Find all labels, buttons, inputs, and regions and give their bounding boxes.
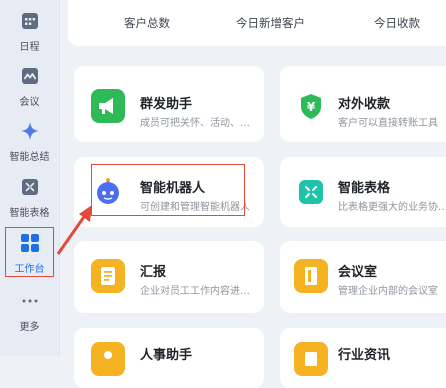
app-desc: 成员可把关怀、活动、通知群发给客户 xyxy=(140,118,256,129)
customer-stats-card: 客户总数 今日新增客户 今日收款 xyxy=(68,0,446,46)
more-dots-icon xyxy=(19,290,41,312)
yuan-shield-icon: ¥ xyxy=(294,89,328,123)
sparkle-icon xyxy=(19,120,41,142)
app-title: 行业资讯 xyxy=(338,348,391,363)
stat-today-payments-label: 今日收款 xyxy=(374,16,420,30)
sidebar-item-label: 更多 xyxy=(19,322,40,333)
sidebar-item-smart-sheet[interactable]: 智能表格 xyxy=(0,176,59,219)
sidebar: 日程 会议 智能总结 智能表格 工作台 更多 xyxy=(0,0,60,356)
sidebar-item-label: 智能总结 xyxy=(9,152,50,163)
meeting-room-icon xyxy=(294,259,328,293)
meeting-icon xyxy=(19,65,41,87)
report-icon xyxy=(91,259,125,293)
app-desc: 比表格更强大的业务协作工具 xyxy=(338,202,446,213)
app-title: 群发助手 xyxy=(140,97,193,112)
app-title: 汇报 xyxy=(140,265,167,280)
sidebar-item-smart-summary[interactable]: 智能总结 xyxy=(0,120,59,163)
highlight-box-workbench xyxy=(5,227,54,277)
app-card-smart-sheet[interactable]: 智能表格 比表格更强大的业务协作工具 xyxy=(280,157,446,227)
app-title: 对外收款 xyxy=(338,97,391,112)
app-card-meeting-room[interactable]: 会议室 管理企业内部的会议室 xyxy=(280,241,446,313)
app-card-report[interactable]: 汇报 企业对员工工作内容进行汇报 xyxy=(74,241,264,313)
app-desc: 管理企业内部的会议室 xyxy=(338,286,438,297)
sidebar-item-meeting[interactable]: 会议 xyxy=(0,65,59,108)
sidebar-item-label: 日程 xyxy=(19,42,40,53)
app-title: 会议室 xyxy=(338,265,378,280)
app-card-external-payment[interactable]: ¥ 对外收款 客户可以直接转账工具 xyxy=(280,66,446,142)
sidebar-item-label: 会议 xyxy=(19,97,40,108)
sidebar-item-more[interactable]: 更多 xyxy=(0,290,59,333)
megaphone-icon xyxy=(91,89,125,123)
smart-sheet-icon xyxy=(19,176,41,198)
sidebar-item-calendar[interactable]: 日程 xyxy=(0,10,59,53)
app-card-industry-news[interactable]: 行业资讯 xyxy=(280,328,446,388)
app-title: 智能表格 xyxy=(338,181,391,196)
app-desc: 客户可以直接转账工具 xyxy=(338,118,438,129)
stat-total-customers-label: 客户总数 xyxy=(124,16,170,30)
highlight-box-smart-robot xyxy=(91,164,245,216)
calendar-icon xyxy=(19,10,41,32)
app-card-hr-assistant[interactable]: 人事助手 xyxy=(74,328,264,388)
pointer-arrow-icon xyxy=(56,205,92,255)
smart-sheet-icon xyxy=(294,175,328,209)
sidebar-item-label: 智能表格 xyxy=(9,208,50,219)
app-desc: 企业对员工工作内容进行汇报 xyxy=(140,286,256,297)
stat-new-customers-label: 今日新增客户 xyxy=(236,16,305,30)
app-card-mass-messaging[interactable]: 群发助手 成员可把关怀、活动、通知群发给客户 xyxy=(74,66,264,142)
app-title: 人事助手 xyxy=(140,348,193,363)
hr-icon xyxy=(91,342,125,376)
news-icon xyxy=(294,342,328,376)
svg-text:¥: ¥ xyxy=(307,100,316,114)
